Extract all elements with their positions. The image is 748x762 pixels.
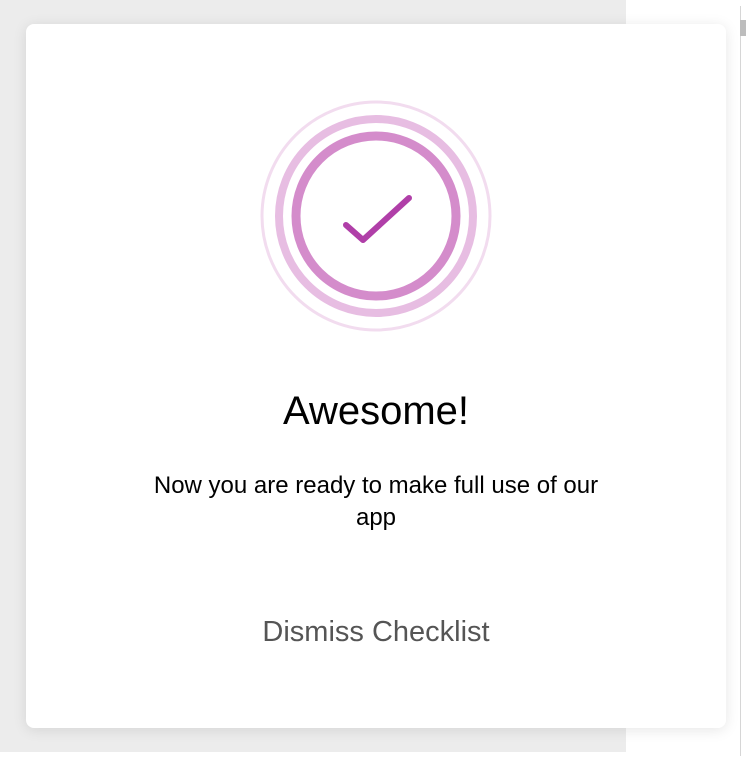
dismiss-checklist-button[interactable]: Dismiss Checklist: [226, 610, 526, 654]
dialog-title: Awesome!: [282, 389, 469, 433]
window-edge: [740, 6, 748, 756]
check-circle-icon: [260, 100, 492, 332]
window-edge-mark: [740, 20, 746, 36]
inner-ring: [291, 131, 461, 301]
checkmark-icon: [343, 195, 412, 243]
completion-dialog: Awesome! Now you are ready to make full …: [26, 24, 726, 728]
dialog-message: Now you are ready to make full use of ou…: [153, 472, 599, 531]
check-circle-graphic: [260, 100, 492, 332]
middle-ring: [275, 115, 477, 317]
